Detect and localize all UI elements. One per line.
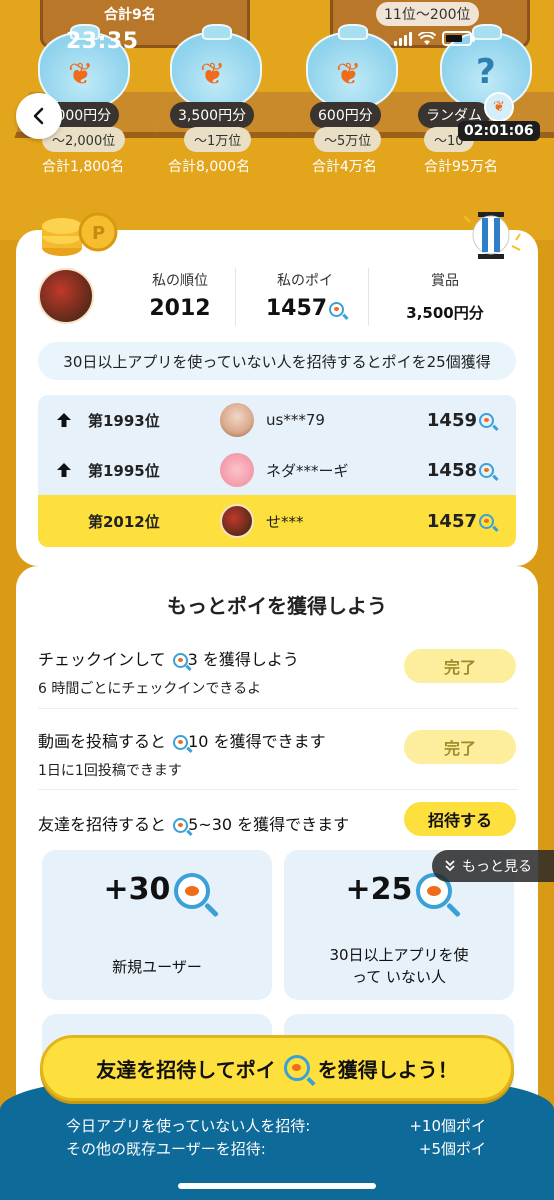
prize-price: 600円分	[310, 102, 381, 128]
signal-icon	[394, 31, 412, 46]
lantern-icon	[463, 212, 521, 259]
poi-icon	[173, 735, 189, 750]
ranking-row[interactable]: 第1993位 us***79 1459	[38, 395, 516, 445]
reward-new-user: +30 新規ユーザー	[42, 850, 272, 1000]
ranking-points: 1458	[426, 459, 477, 481]
ranking-list: 第1993位 us***79 1459 第1995位 ネダ***ーギ 1458 …	[38, 395, 516, 547]
user-avatar	[220, 504, 254, 538]
divider	[235, 268, 236, 326]
prize-total: 合計1,800名	[42, 159, 125, 175]
wifi-icon	[418, 31, 436, 45]
reward-amount: +25	[345, 872, 413, 907]
ranking-user: せ***	[266, 512, 304, 531]
my-prize-value: 3,500円分	[406, 304, 484, 322]
my-poi-value: 1457	[265, 296, 328, 321]
arrow-up-icon	[57, 463, 71, 477]
ranking-rank: 第1993位	[88, 411, 160, 430]
task-text: 動画を投稿すると	[38, 732, 167, 751]
poi-icon	[479, 413, 494, 428]
reward-desc: 新規ユーザー	[112, 958, 202, 976]
timer-text: 02:01:06	[458, 121, 540, 141]
ranking-user: us***79	[266, 411, 325, 429]
coins-icon: P	[42, 212, 118, 256]
poi-icon	[174, 872, 211, 909]
divider	[368, 268, 369, 326]
reward-desc: 30日以上アプリを使って いない人	[329, 946, 469, 986]
task-amount: 10	[188, 732, 209, 751]
invite-button[interactable]: 招待する	[404, 802, 516, 836]
back-button[interactable]	[16, 93, 62, 139]
bonus-value: +5個ポイ	[418, 1140, 486, 1158]
user-avatar	[220, 453, 254, 487]
my-prize-stat: 賞品 3,500円分	[390, 270, 500, 323]
ranking-user: ネダ***ーギ	[266, 461, 349, 480]
poi-icon	[329, 301, 345, 317]
cta-text: 友達を招待してポイ	[96, 1057, 276, 1082]
prize-rank: 〜5万位	[314, 127, 382, 152]
divider	[38, 789, 518, 790]
arrow-up-icon	[57, 413, 71, 427]
task-amount: 5~30	[188, 815, 233, 834]
poi-icon	[172, 653, 188, 668]
left-total-label: 合計9名	[104, 7, 156, 23]
chevron-left-icon	[33, 107, 44, 125]
task-text: を獲得できます	[237, 815, 350, 834]
prize-total: 合計95万名	[424, 159, 498, 175]
poi-icon	[283, 1055, 310, 1081]
task-text: チェックインして	[38, 650, 166, 669]
chevron-double-down-icon	[445, 860, 455, 872]
poi-icon	[479, 463, 494, 478]
task-text: を獲得しよう	[202, 650, 299, 669]
prize-banner: 合計9名 11位〜200位 ❦ ❦ ❦ ? ,000円分 3,500円分 600…	[0, 0, 554, 240]
bonus-value: +10個ポイ	[409, 1117, 486, 1135]
my-rank-label: 私の順位	[152, 273, 208, 289]
invite-note: 30日以上アプリを使っていない人を招待するとポイを25個獲得	[38, 342, 516, 380]
checkin-done-button[interactable]: 完了	[404, 649, 516, 683]
ranking-rank: 第2012位	[88, 512, 160, 531]
tasks-title: もっとポイを獲得しよう	[167, 594, 387, 618]
status-icons	[394, 31, 475, 46]
goldfish-icon: ❦	[484, 92, 514, 122]
goldfish-bag-icon[interactable]: ❦	[306, 24, 398, 110]
range-pill: 11位〜200位	[376, 2, 479, 26]
see-more-button[interactable]: もっと見る	[432, 850, 554, 882]
ranking-rank: 第1995位	[88, 461, 160, 480]
cta-text: を獲得しよう！	[317, 1057, 458, 1082]
bonus-label: その他の既存ユーザーを招待:	[66, 1140, 266, 1158]
user-avatar	[220, 403, 254, 437]
ranking-row[interactable]: 第1995位 ネダ***ーギ 1458	[38, 445, 516, 495]
home-indicator[interactable]	[178, 1183, 376, 1189]
ranking-row-me[interactable]: 第2012位 せ*** 1457	[38, 495, 516, 547]
video-done-button[interactable]: 完了	[404, 730, 516, 764]
prize-rank: 〜1万位	[184, 127, 252, 152]
goldfish-bag-icon[interactable]: ❦	[170, 24, 262, 110]
task-text: 友達を招待すると	[38, 815, 167, 834]
battery-icon	[442, 31, 475, 46]
my-avatar[interactable]	[38, 268, 94, 324]
divider	[38, 708, 518, 709]
prize-total: 合計8,000名	[168, 159, 251, 175]
my-poi-stat: 私のポイ 1457	[250, 270, 360, 321]
task-text: を獲得できます	[213, 732, 326, 751]
invite-cta-button[interactable]: 友達を招待してポイ を獲得しよう！	[40, 1035, 514, 1101]
see-more-label: もっと見る	[462, 859, 532, 875]
ranking-points: 1457	[426, 510, 477, 532]
my-prize-label: 賞品	[431, 273, 459, 289]
ranking-points: 1459	[426, 409, 477, 431]
prize-total: 合計4万名	[312, 159, 377, 175]
reward-amount: +30	[103, 872, 171, 907]
my-rank-value: 2012	[149, 296, 211, 321]
prize-price: 3,500円分	[170, 102, 255, 128]
my-poi-label: 私のポイ	[277, 273, 333, 289]
bonus-label: 今日アプリを使っていない人を招待:	[66, 1117, 311, 1135]
poi-icon	[173, 818, 189, 833]
svg-text:P: P	[92, 223, 105, 244]
status-time: 23:35	[66, 29, 139, 54]
my-rank-stat: 私の順位 2012	[140, 270, 220, 321]
poi-icon	[479, 514, 494, 529]
